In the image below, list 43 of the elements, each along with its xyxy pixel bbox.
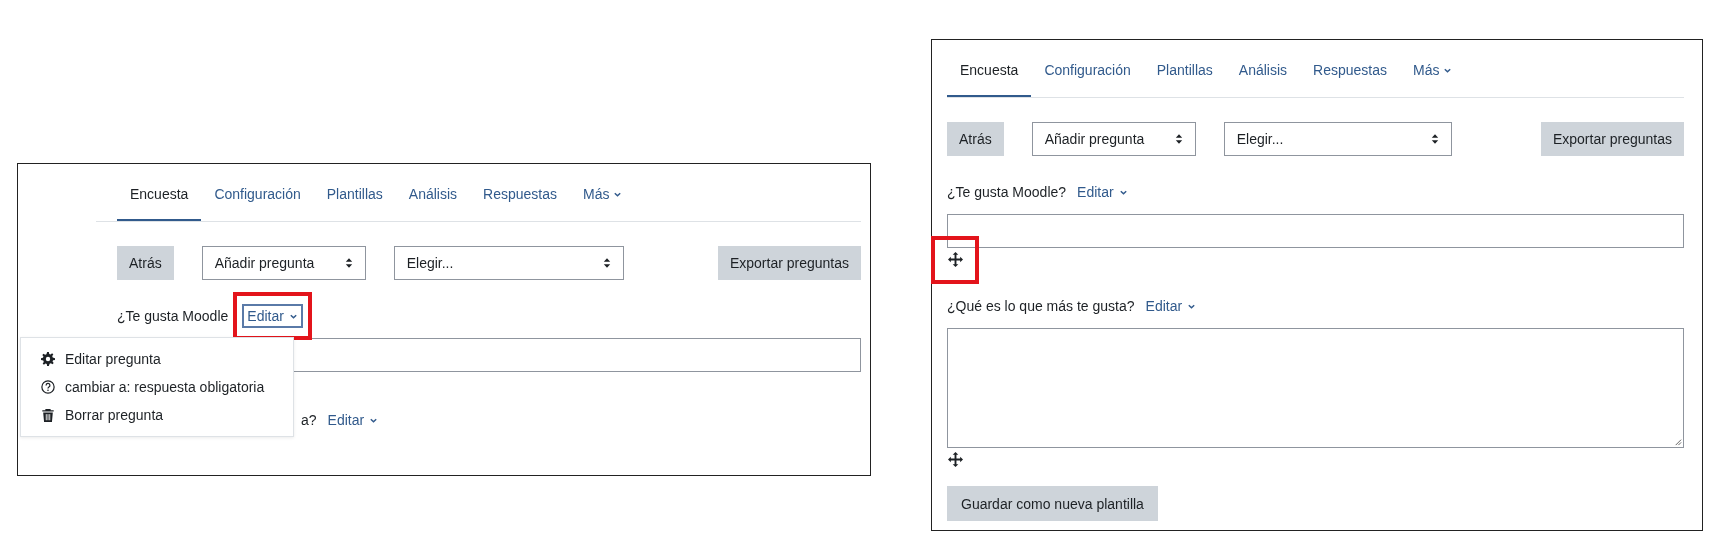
choose-select[interactable]: Elegir...: [1223, 122, 1452, 156]
question-label: ¿Te gusta Moodle: [117, 308, 229, 324]
nav-tab[interactable]: Más: [1400, 54, 1466, 97]
menu-item[interactable]: Borrar pregunta: [65, 407, 164, 423]
add-question-select[interactable]: Añadir pregunta: [201, 246, 366, 280]
nav-tab[interactable]: Configuración: [201, 178, 314, 221]
back-button[interactable]: Atrás: [947, 122, 1004, 156]
resize-handle-icon[interactable]: [1673, 437, 1682, 446]
sort-arrows-icon: [344, 257, 353, 269]
save-template-button[interactable]: Guardar como nueva plantilla: [947, 486, 1158, 521]
nav-tab[interactable]: Configuración: [1031, 54, 1144, 97]
nav-tab[interactable]: Análisis: [1225, 54, 1301, 97]
question-label: ¿Qué es lo que más te gusta?: [947, 298, 1135, 314]
move-icon[interactable]: [948, 452, 963, 467]
trash-icon: [41, 408, 55, 422]
nav-tab[interactable]: Más: [570, 178, 636, 221]
choose-select[interactable]: Elegir...: [393, 246, 624, 280]
nav-tab[interactable]: Plantillas: [313, 178, 396, 221]
question-label: ¿Te gusta Moodle?: [947, 184, 1067, 200]
nav-tab[interactable]: Respuestas: [1300, 54, 1400, 97]
back-button[interactable]: Atrás: [117, 246, 174, 280]
move-icon[interactable]: [948, 252, 963, 267]
nav-tab[interactable]: Plantillas: [1143, 54, 1226, 97]
edit-menu-link[interactable]: Editar: [1140, 294, 1202, 318]
answer-field[interactable]: [947, 214, 1684, 248]
nav-tab[interactable]: Respuestas: [470, 178, 570, 221]
question-label: a?: [301, 412, 317, 428]
export-button[interactable]: Exportar preguntas: [717, 246, 861, 280]
sort-arrows-icon: [1430, 133, 1439, 145]
edit-menu-link[interactable]: Editar: [242, 304, 303, 328]
menu-item[interactable]: Editar pregunta: [65, 351, 161, 367]
help-icon: [41, 380, 55, 394]
add-question-select[interactable]: Añadir pregunta: [1031, 122, 1196, 156]
menu-item[interactable]: cambiar a: respuesta obligatoria: [65, 379, 265, 395]
nav-tab[interactable]: Encuesta: [947, 54, 1032, 97]
sort-arrows-icon: [602, 257, 611, 269]
nav-tab[interactable]: Encuesta: [117, 178, 202, 221]
nav-tab[interactable]: Análisis: [395, 178, 471, 221]
gear-icon: [41, 352, 55, 366]
edit-menu-link[interactable]: Editar: [322, 408, 384, 432]
export-button[interactable]: Exportar preguntas: [1540, 122, 1684, 156]
edit-menu-link[interactable]: Editar: [1072, 180, 1133, 204]
sort-arrows-icon: [1174, 133, 1183, 145]
